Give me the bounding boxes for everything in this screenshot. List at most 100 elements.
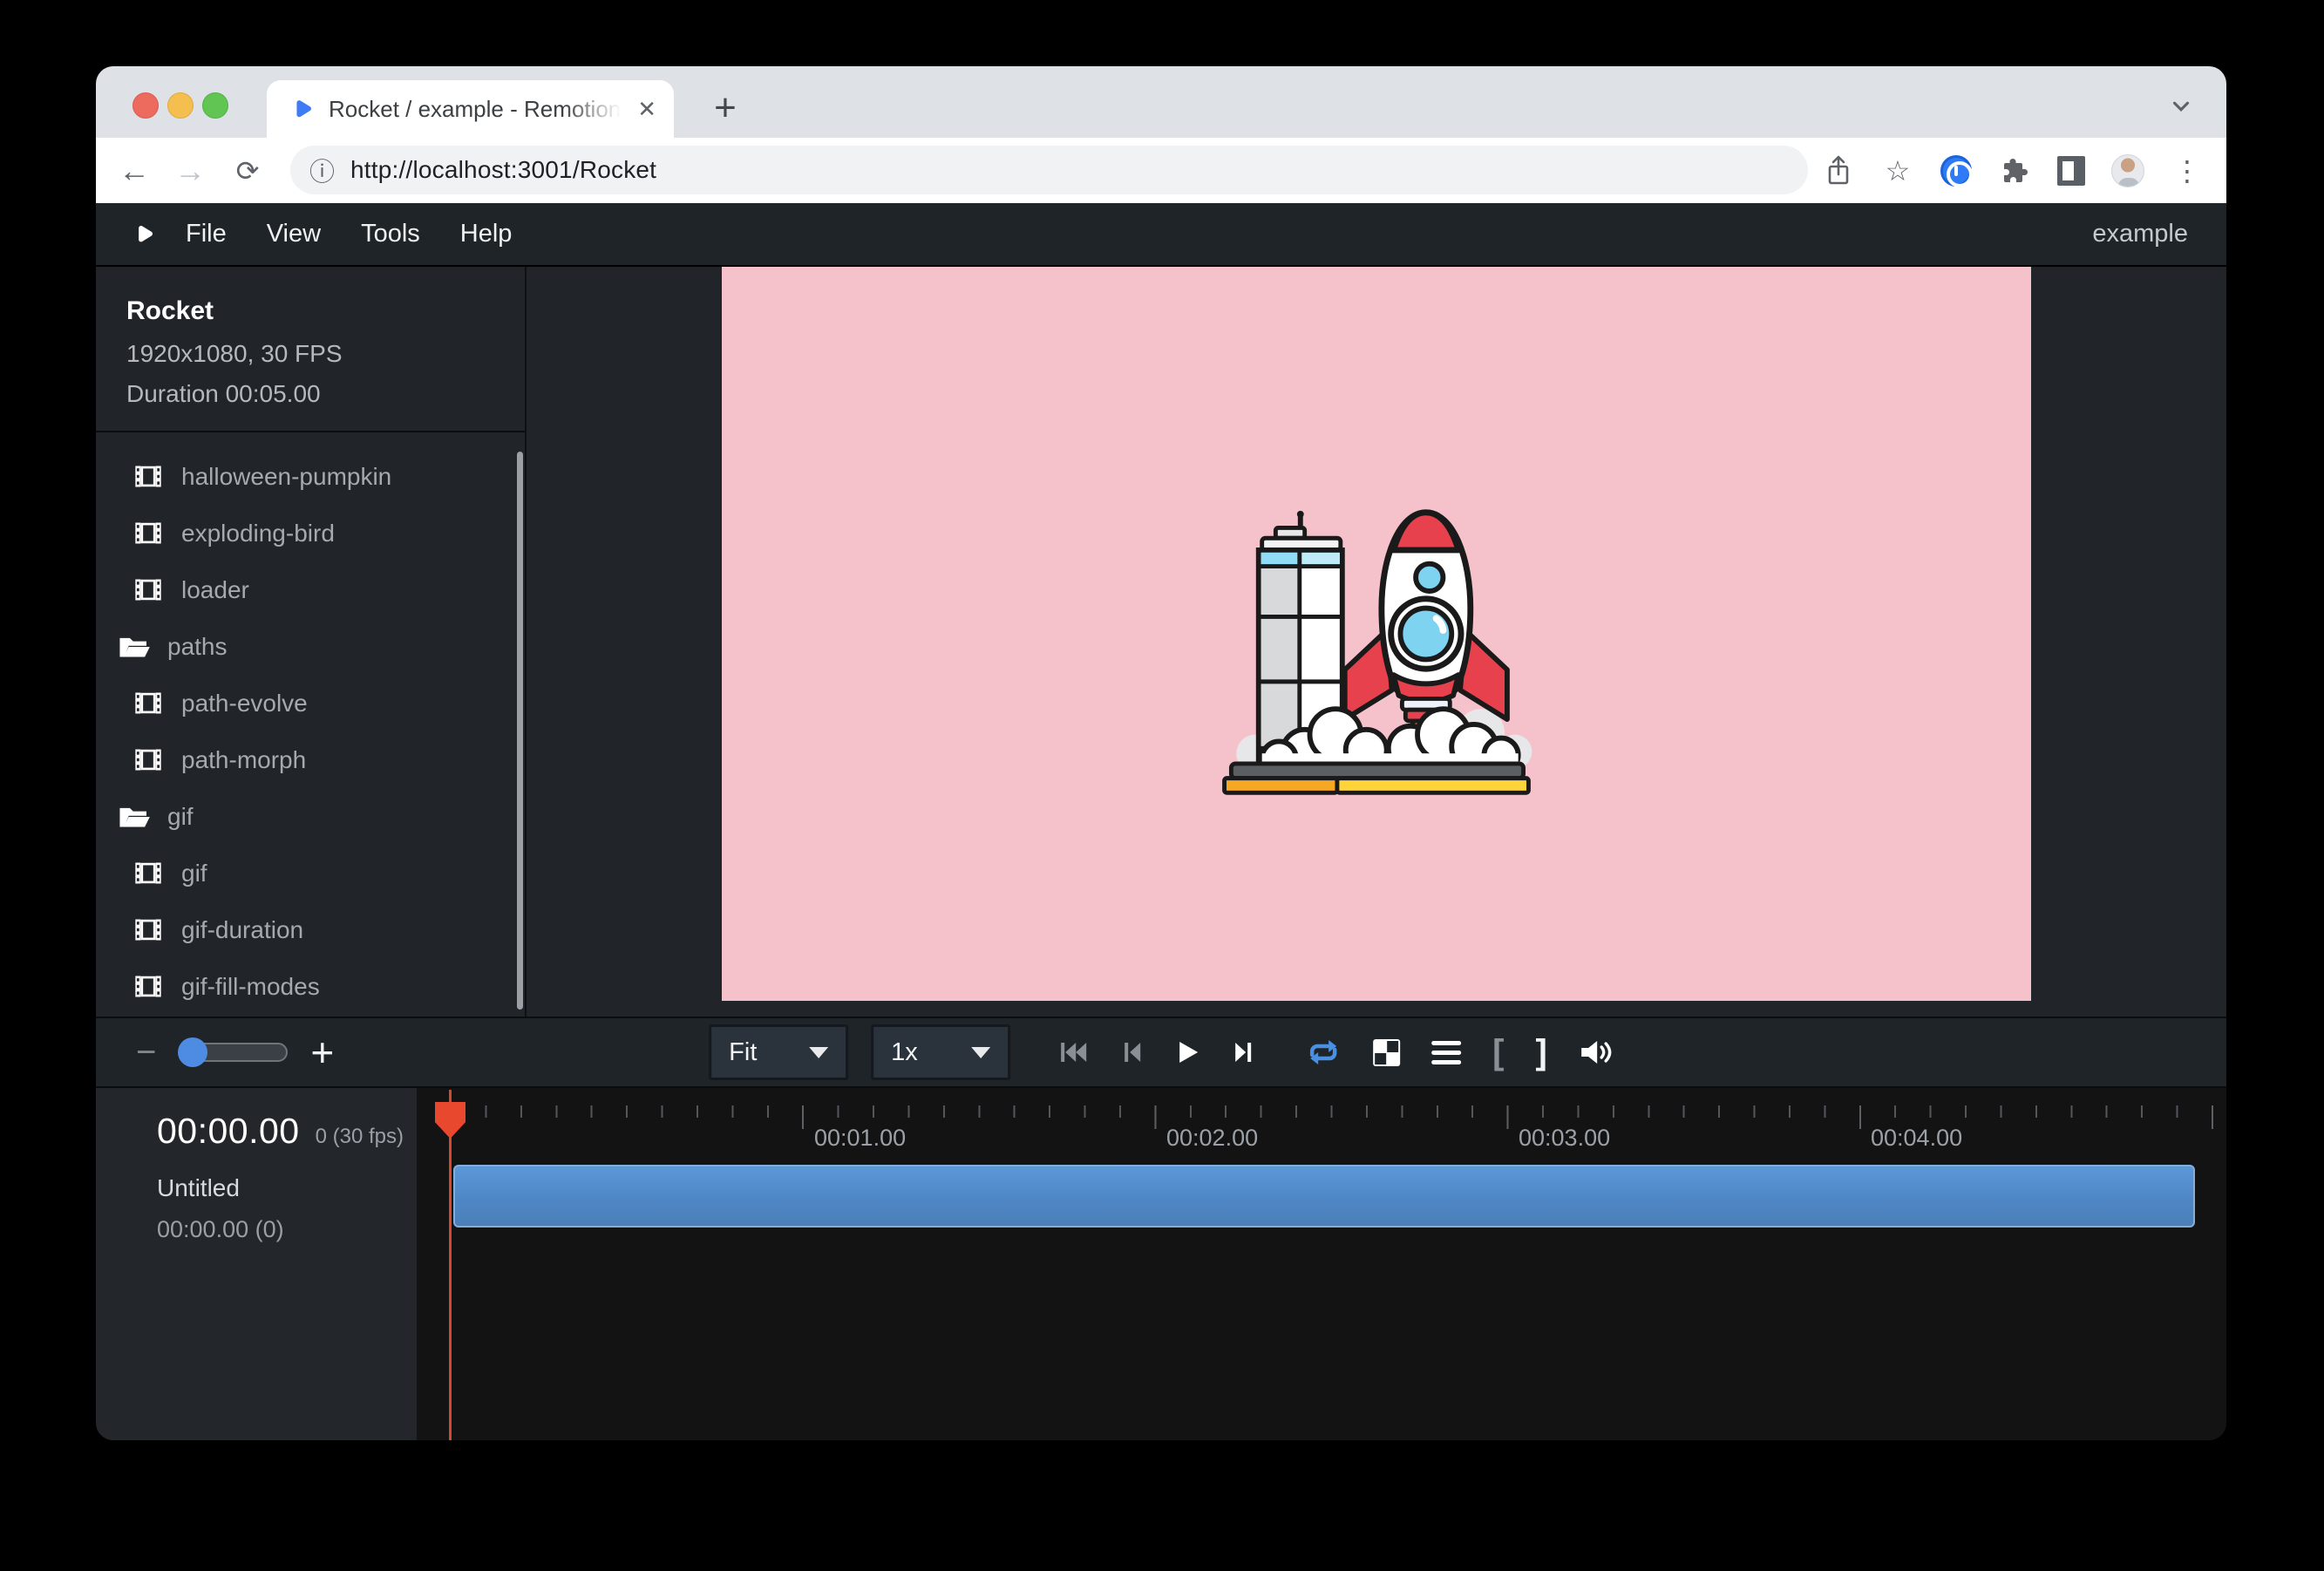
compositions-sidebar: Rocket 1920x1080, 30 FPS Duration 00:05.…: [96, 267, 527, 1017]
remotion-logo-icon[interactable]: [132, 223, 154, 246]
film-icon: [134, 578, 162, 602]
password-manager-icon[interactable]: [1940, 155, 1972, 187]
film-icon: [134, 861, 162, 885]
browser-menu-kebab-icon[interactable]: ⋮: [2171, 152, 2204, 190]
composition-title: Rocket: [126, 296, 525, 326]
preview-pane: [527, 267, 2226, 1017]
forward-icon[interactable]: →: [171, 138, 209, 203]
browser-tab[interactable]: Rocket / example - Remotion P ✕: [267, 80, 674, 138]
project-name-label: example: [2092, 220, 2188, 248]
ruler-label-3s: 00:03.00: [1519, 1125, 1610, 1152]
address-bar[interactable]: ⓘ http://localhost:3001/Rocket: [290, 146, 1808, 194]
site-info-icon[interactable]: ⓘ: [309, 152, 335, 188]
composition-info: Rocket 1920x1080, 30 FPS Duration 00:05.…: [96, 267, 525, 408]
zoom-window-button[interactable]: [202, 92, 228, 119]
timeline-info-panel: 00:00.00 0 (30 fps) Untitled 00:00.00 (0…: [96, 1088, 417, 1440]
menu-view[interactable]: View: [267, 220, 321, 248]
list-item-loader[interactable]: loader: [96, 561, 525, 618]
list-item-path-morph[interactable]: path-morph: [96, 731, 525, 788]
next-frame-icon[interactable]: [1233, 1040, 1254, 1064]
list-item-gif[interactable]: gif: [96, 845, 525, 901]
film-icon: [134, 918, 162, 942]
playback-speed-dropdown[interactable]: 1x: [871, 1024, 1010, 1080]
list-item-gif-duration[interactable]: gif-duration: [96, 901, 525, 958]
list-item-exploding-bird[interactable]: exploding-bird: [96, 505, 525, 561]
film-icon: [134, 748, 162, 772]
close-tab-icon[interactable]: ✕: [637, 98, 656, 120]
desktop-background: Rocket / example - Remotion P ✕ + ← → ⟳ …: [0, 0, 2324, 1571]
previous-frame-icon[interactable]: [1122, 1040, 1141, 1064]
transport-controls: [1059, 1040, 1254, 1064]
sidebar-scrollbar[interactable]: [517, 452, 523, 1010]
play-icon[interactable]: [1176, 1040, 1199, 1064]
timeline-tracks-area[interactable]: 00:01.00 00:02.00 00:03.00 00:04.00: [417, 1088, 2226, 1440]
main-area: Rocket 1920x1080, 30 FPS Duration 00:05.…: [96, 267, 2226, 1017]
timeline-rows-icon[interactable]: [1431, 1041, 1461, 1064]
browser-action-icons: ☆ ⋮: [1822, 138, 2204, 203]
remotion-favicon: [289, 98, 313, 121]
browser-tab-strip: Rocket / example - Remotion P ✕ +: [96, 66, 2226, 138]
share-icon[interactable]: [1822, 152, 1855, 190]
current-timecode: 00:00.00: [157, 1111, 300, 1152]
timeline-zoom-controls: − +: [136, 1018, 334, 1086]
list-item-path-evolve[interactable]: path-evolve: [96, 675, 525, 731]
timeline-panel: 00:00.00 0 (30 fps) Untitled 00:00.00 (0…: [96, 1086, 2226, 1440]
back-icon[interactable]: ←: [115, 138, 153, 203]
film-icon: [134, 975, 162, 998]
track-time: 00:00.00 (0): [157, 1216, 417, 1243]
current-frame-info: 0 (30 fps): [316, 1125, 404, 1149]
tab-search-chevron-icon[interactable]: [2165, 91, 2197, 122]
video-canvas[interactable]: [722, 267, 2031, 1001]
ruler-label-2s: 00:02.00: [1166, 1125, 1258, 1152]
extensions-puzzle-icon[interactable]: [1998, 152, 2031, 190]
film-icon: [134, 465, 162, 488]
folder-item-paths[interactable]: paths: [96, 618, 525, 675]
volume-icon[interactable]: [1579, 1038, 1614, 1066]
timeline-zoom-slider[interactable]: [179, 1043, 288, 1062]
player-option-icons: [ ]: [1305, 1035, 1614, 1070]
rocket-illustration: [1206, 463, 1547, 805]
open-folder-icon: [119, 635, 150, 659]
chevron-down-icon: [971, 1047, 990, 1058]
menu-tools[interactable]: Tools: [361, 220, 420, 248]
zoom-out-icon[interactable]: −: [136, 1035, 156, 1070]
film-icon: [134, 521, 162, 545]
composition-duration: Duration 00:05.00: [126, 380, 525, 408]
close-window-button[interactable]: [133, 92, 159, 119]
bookmark-star-icon[interactable]: ☆: [1881, 152, 1914, 190]
canvas-size-dropdown[interactable]: Fit: [709, 1024, 848, 1080]
out-point-icon[interactable]: ]: [1536, 1035, 1547, 1070]
in-point-icon[interactable]: [: [1492, 1035, 1504, 1070]
folder-item-gif[interactable]: gif: [96, 788, 525, 845]
reload-icon[interactable]: ⟳: [228, 138, 267, 203]
ruler-label-4s: 00:04.00: [1871, 1125, 1962, 1152]
slider-thumb[interactable]: [178, 1037, 207, 1067]
extension-box-icon[interactable]: [2057, 156, 2085, 186]
new-tab-button[interactable]: +: [699, 82, 751, 134]
skip-to-start-icon[interactable]: [1059, 1040, 1087, 1064]
zoom-in-icon[interactable]: +: [310, 1032, 334, 1072]
browser-toolbar: ← → ⟳ ⓘ http://localhost:3001/Rocket ☆ ⋮: [96, 138, 2226, 203]
profile-avatar[interactable]: [2111, 154, 2144, 187]
playhead-handle[interactable]: [435, 1102, 465, 1139]
menu-file[interactable]: File: [186, 220, 227, 248]
timeline-track-bar[interactable]: [453, 1165, 2195, 1228]
track-name[interactable]: Untitled: [157, 1174, 417, 1202]
open-folder-icon: [119, 805, 150, 829]
playback-cluster: Fit 1x: [709, 1018, 1614, 1086]
browser-window: Rocket / example - Remotion P ✕ + ← → ⟳ …: [96, 66, 2226, 1440]
window-controls: [133, 92, 228, 119]
composition-list: halloween-pumpkin exploding-bird loader …: [96, 432, 525, 1015]
minimize-window-button[interactable]: [167, 92, 194, 119]
playhead-line[interactable]: [449, 1090, 452, 1440]
list-item-halloween-pumpkin[interactable]: halloween-pumpkin: [96, 448, 525, 505]
url-text[interactable]: http://localhost:3001/Rocket: [350, 156, 656, 184]
chevron-down-icon: [809, 1047, 828, 1058]
transparency-checkerboard-icon[interactable]: [1373, 1039, 1400, 1066]
loop-icon[interactable]: [1305, 1038, 1342, 1066]
film-icon: [134, 691, 162, 715]
list-item-gif-fill-modes[interactable]: gif-fill-modes: [96, 958, 525, 1015]
remotion-menubar: File View Tools Help example: [96, 203, 2226, 267]
composition-resolution: 1920x1080, 30 FPS: [126, 340, 525, 368]
menu-help[interactable]: Help: [460, 220, 513, 248]
